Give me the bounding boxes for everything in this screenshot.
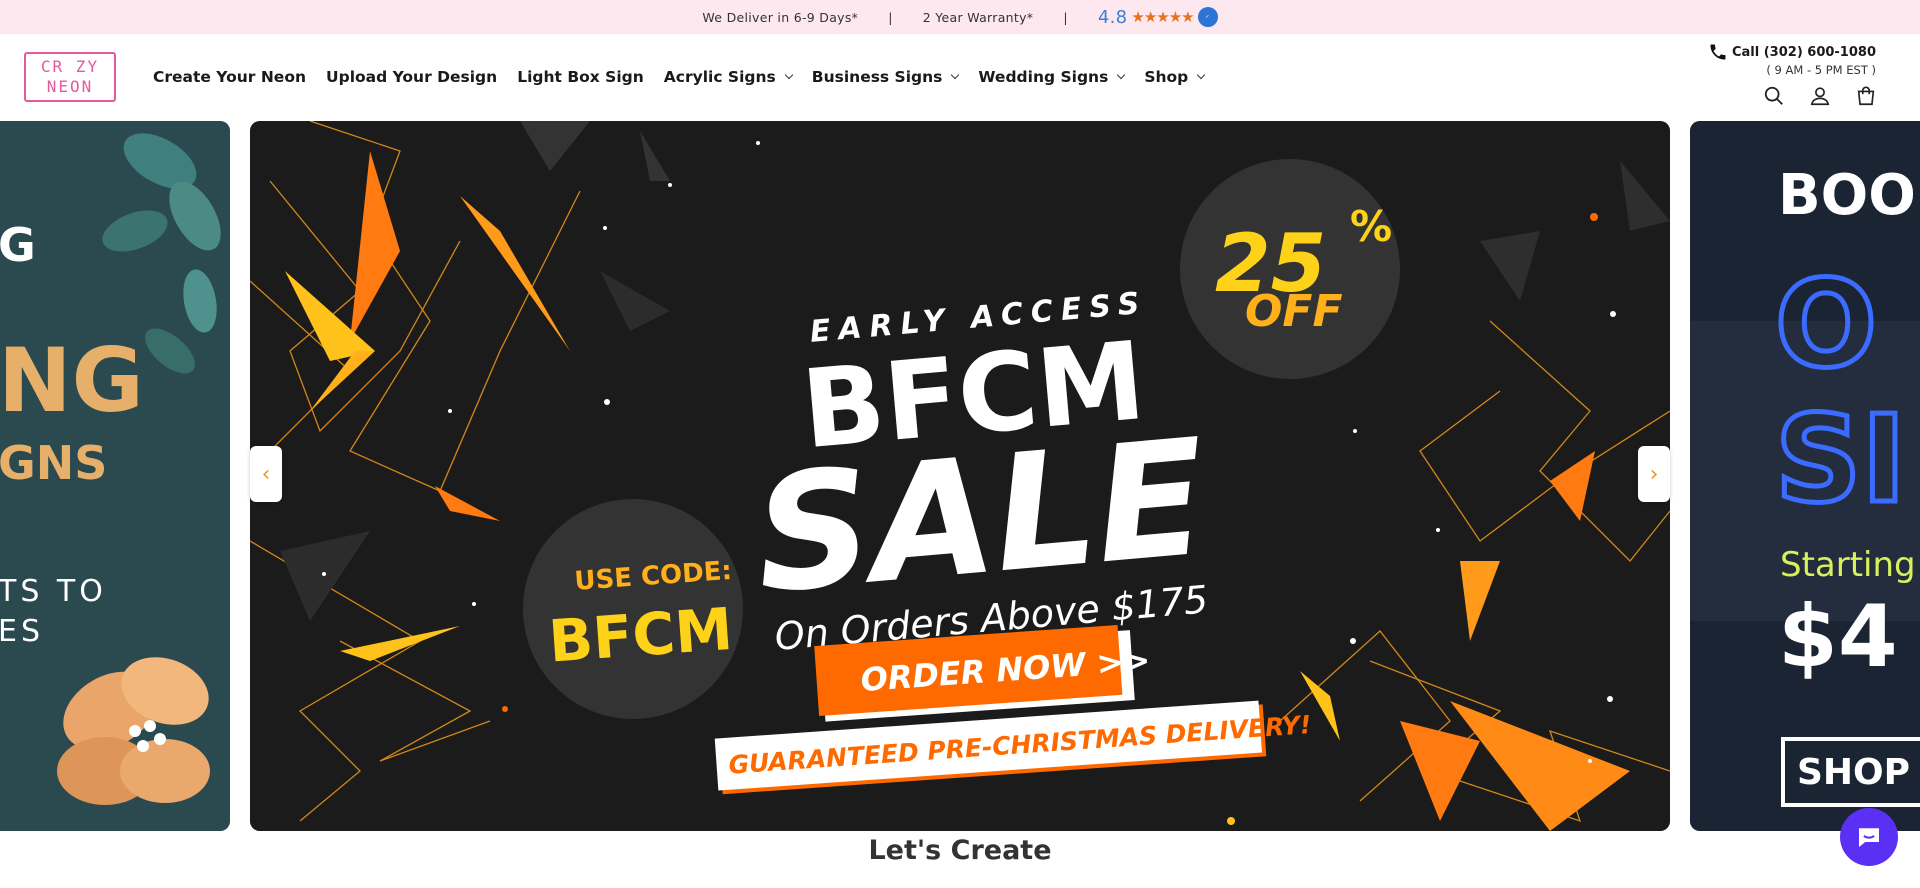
logo-line-2: NEON [46, 77, 94, 96]
discount-percent: % [1350, 202, 1392, 251]
nav-label: Business Signs [811, 68, 943, 86]
slide-right-starting: Starting [1780, 545, 1916, 585]
nav-shop[interactable]: Shop [1144, 68, 1206, 86]
call-text: Call (302) 600-1080 [1731, 44, 1876, 60]
nav-upload-your-design[interactable]: Upload Your Design [326, 68, 497, 86]
chevron-down-icon [1117, 70, 1126, 80]
hero-carousel: G NG GNS TS TO ES 25 % OFF USE CODE: BFC… [0, 121, 1920, 831]
carousel-next-button[interactable]: › [1638, 446, 1670, 502]
nav-business-signs[interactable]: Business Signs [811, 68, 960, 86]
nav-label: Light Box Sign [517, 68, 644, 86]
nav-label: Wedding Signs [978, 68, 1109, 86]
slide-current[interactable]: 25 % OFF USE CODE: BFCM EARLY ACCESS BFC… [250, 121, 1670, 831]
separator: | [1063, 9, 1068, 25]
logo[interactable]: CR ZY NEON [24, 52, 116, 102]
slide-left-text-3: GNS [0, 436, 107, 490]
search-icon[interactable] [1760, 82, 1788, 110]
chevron-down-icon [1197, 70, 1206, 80]
nav-label: Upload Your Design [326, 68, 498, 86]
slide-previous[interactable]: G NG GNS TS TO ES [0, 121, 230, 831]
slide-next[interactable]: BOO O SI Starting $4 SHOP [1690, 121, 1920, 831]
nav-label: Acrylic Signs [663, 68, 776, 86]
slide-right-shop: SHOP [1797, 752, 1910, 793]
slide-right-text-1: BOO [1778, 163, 1916, 228]
promo-code: BFCM [546, 595, 734, 676]
nav-create-your-neon[interactable]: Create Your Neon [153, 68, 306, 86]
chevron-down-icon [784, 70, 794, 80]
slide-previous-art: G NG GNS TS TO ES [0, 121, 230, 831]
verified-badge-icon: ✓ [1197, 7, 1218, 27]
nav-acrylic-signs[interactable]: Acrylic Signs [663, 68, 794, 86]
nav-wedding-signs[interactable]: Wedding Signs [978, 68, 1126, 86]
phone-icon [1710, 44, 1726, 60]
nav-label: Create Your Neon [153, 68, 307, 86]
warranty-text: 2 Year Warranty* [922, 9, 1034, 25]
account-icon[interactable] [1806, 82, 1834, 110]
bfcm-banner: 25 % OFF USE CODE: BFCM EARLY ACCESS BFC… [250, 121, 1670, 831]
call-link[interactable]: Call (302) 600-1080 [1708, 42, 1876, 62]
section-title: Let's Create [868, 835, 1052, 866]
slide-right-price: $4 [1778, 587, 1898, 687]
chat-icon [1859, 828, 1879, 847]
slide-right-text-2: O [1775, 256, 1877, 395]
announcement-bar: We Deliver in 6-9 Days* | 2 Year Warrant… [0, 0, 1920, 34]
delivery-text: We Deliver in 6-9 Days* [702, 9, 859, 25]
carousel-prev-button[interactable]: ‹ [250, 446, 282, 502]
chevron-down-icon [951, 70, 960, 80]
contact-info: Call (302) 600-1080 ( 9 AM - 5 PM EST ) [1708, 42, 1876, 77]
slide-next-art: BOO O SI Starting $4 SHOP [1690, 121, 1920, 831]
cart-icon[interactable] [1852, 82, 1880, 110]
chat-button[interactable] [1840, 808, 1898, 866]
slide-left-text-5: ES [0, 614, 44, 649]
slide-left-text-1: G [0, 218, 36, 272]
main-nav: Create Your Neon Upload Your Design Ligh… [153, 68, 1206, 86]
rating-value: 4.8 [1097, 6, 1128, 28]
header-icons [1760, 82, 1880, 110]
site-header: CR ZY NEON Create Your Neon Upload Your … [0, 34, 1920, 120]
logo-line-1: CR ZY [40, 57, 100, 76]
slide-left-text-4: TS TO [0, 574, 107, 609]
slide-left-text-2: NG [0, 329, 144, 432]
nav-label: Shop [1144, 68, 1189, 86]
separator: | [888, 9, 893, 25]
rating-widget[interactable]: 4.8 ★★★★★ ✓ [1098, 7, 1218, 28]
business-hours: ( 9 AM - 5 PM EST ) [1766, 63, 1876, 77]
discount-off: OFF [1245, 286, 1343, 337]
rating-stars-icon: ★★★★★ [1131, 8, 1194, 26]
slide-right-text-3: SI [1775, 391, 1906, 530]
nav-light-box-sign[interactable]: Light Box Sign [517, 68, 644, 86]
